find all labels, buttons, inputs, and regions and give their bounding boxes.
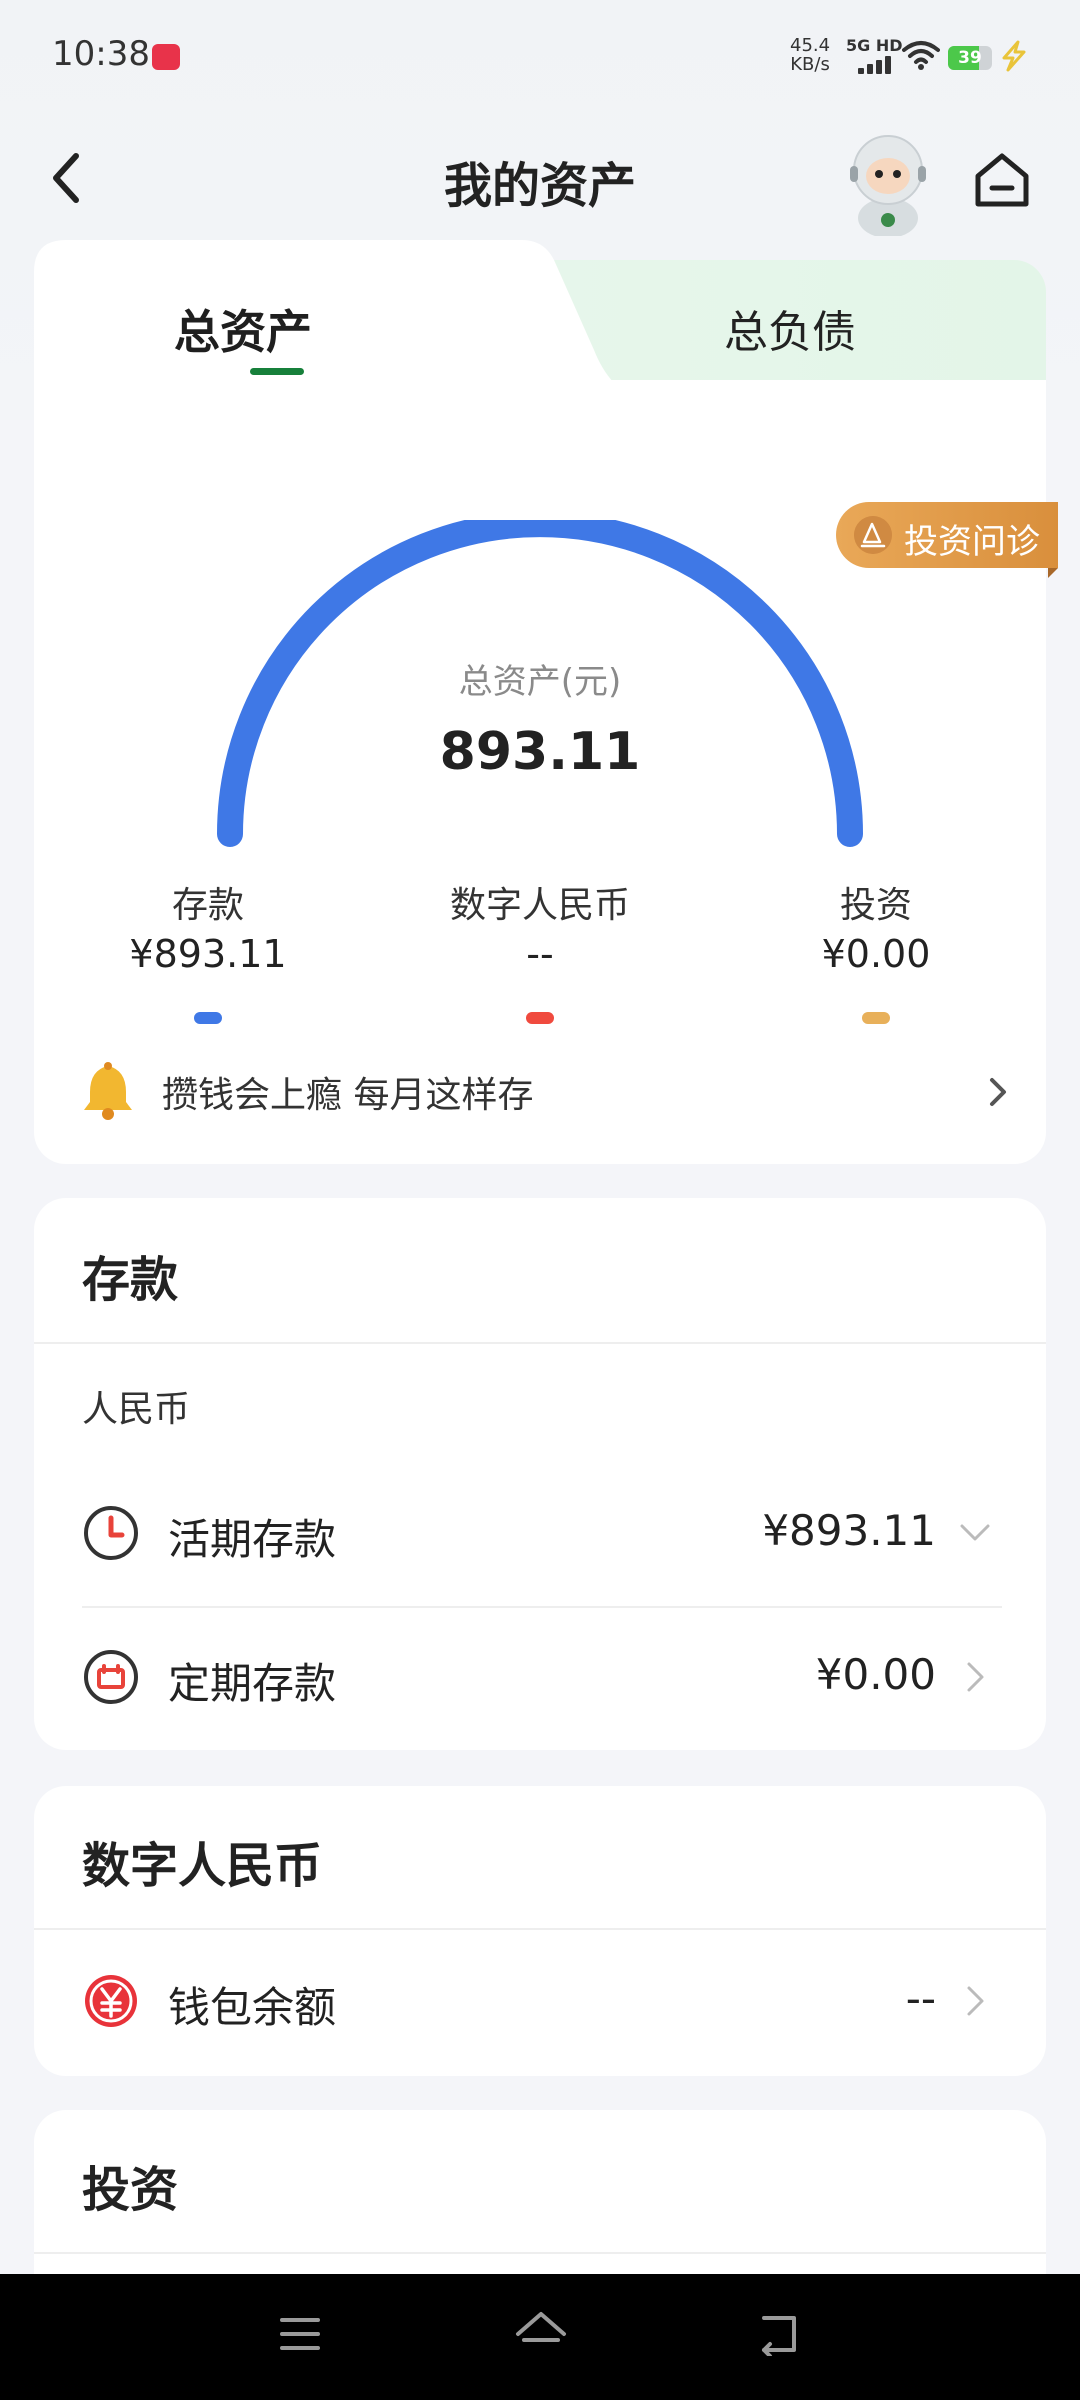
savings-promo-text: 攒钱会上瘾 每月这样存 — [162, 1075, 534, 1116]
fixed-deposit-value: ¥0.00 — [815, 1650, 936, 1699]
investment-consult-label: 投资问诊 — [904, 522, 1040, 562]
bell-icon — [84, 1062, 132, 1120]
legend-ecny[interactable]: 数字人民币 -- — [410, 876, 670, 1024]
wallet-balance-row[interactable]: 钱包余额 -- — [82, 1946, 1002, 2056]
legend-ecny-name: 数字人民币 — [449, 885, 630, 926]
section-divider — [34, 1342, 1046, 1344]
status-bar: 10:38 45.4 KB/s 5G HD 39 — [0, 0, 1080, 110]
fixed-deposit-label: 定期存款 — [168, 1659, 337, 1708]
chevron-right-icon — [967, 1986, 984, 2016]
nav-home-icon[interactable] — [514, 2310, 568, 2356]
system-nav-bar — [0, 2274, 1080, 2400]
clock-icon — [84, 1506, 138, 1560]
signal-bars-icon — [858, 56, 892, 74]
network-speed-unit: KB/s — [790, 54, 830, 75]
app-notification-icon — [152, 44, 180, 70]
home-icon[interactable] — [970, 148, 1034, 212]
legend-investment-dot — [862, 1012, 890, 1024]
network-speed-value: 45.4 — [790, 35, 831, 56]
robot-avatar[interactable] — [836, 126, 940, 236]
savings-promo-row[interactable]: 攒钱会上瘾 每月这样存 — [34, 1048, 1046, 1148]
demand-deposit-label: 活期存款 — [168, 1515, 337, 1564]
signal-label: 5G HD — [846, 36, 903, 55]
network-speed: 45.4 KB/s — [790, 36, 830, 74]
gauge-value: 893.11 — [439, 722, 641, 782]
gauge-label: 总资产(元) — [458, 662, 622, 702]
legend-deposit-dot — [194, 1012, 222, 1024]
legend-investment[interactable]: 投资 ¥0.00 — [746, 876, 1006, 1024]
ecny-yuan-icon — [85, 1975, 137, 2027]
deposit-card: 存款 人民币 活期存款 ¥893.11 定期存款 ¥0.00 — [34, 1198, 1046, 1750]
legend-deposit-name: 存款 — [171, 885, 244, 926]
chevron-right-icon — [990, 1078, 1006, 1106]
investment-section-title: 投资 — [82, 2162, 179, 2218]
wallet-balance-label: 钱包余额 — [168, 1983, 337, 2032]
status-time: 10:38 — [52, 34, 150, 74]
ecny-section-title: 数字人民币 — [82, 1838, 323, 1894]
tab-total-debt[interactable]: 总负债 — [724, 296, 924, 360]
section-divider — [34, 2252, 1046, 2254]
legend-ecny-value: -- — [526, 932, 554, 976]
battery-level: 39 — [958, 48, 982, 68]
chevron-down-icon — [960, 1524, 990, 1541]
battery-icon: 39 — [948, 46, 992, 70]
demand-deposit-row[interactable]: 活期存款 ¥893.11 — [82, 1478, 1002, 1588]
deposit-section-title: 存款 — [82, 1252, 179, 1308]
wifi-icon — [902, 41, 940, 70]
legend-deposit-value: ¥893.11 — [129, 932, 287, 976]
charging-icon — [1002, 40, 1026, 72]
legend-investment-name: 投资 — [839, 885, 912, 926]
nav-back-icon[interactable] — [756, 2310, 802, 2356]
calendar-icon — [84, 1650, 138, 1704]
ecny-card: 数字人民币 钱包余额 -- — [34, 1786, 1046, 2076]
wallet-balance-value: -- — [905, 1974, 936, 2023]
section-divider — [34, 1928, 1046, 1930]
legend-deposit[interactable]: 存款 ¥893.11 — [78, 876, 338, 1024]
tab-active-indicator — [250, 368, 304, 375]
row-divider — [82, 1606, 1002, 1608]
fixed-deposit-row[interactable]: 定期存款 ¥0.00 — [82, 1622, 1002, 1732]
tab-total-assets[interactable]: 总资产 — [174, 296, 474, 362]
demand-deposit-value: ¥893.11 — [762, 1506, 936, 1555]
legend-investment-value: ¥0.00 — [821, 932, 931, 976]
menu-icon[interactable] — [278, 2314, 322, 2354]
currency-subtitle: 人民币 — [82, 1389, 191, 1430]
asset-overview-card: 总资产 总负债 投资问诊 总资产(元) 893.11 存款 ¥893.11 数字… — [34, 240, 1058, 1164]
legend-ecny-dot — [526, 1012, 554, 1024]
chevron-right-icon — [967, 1662, 984, 1692]
